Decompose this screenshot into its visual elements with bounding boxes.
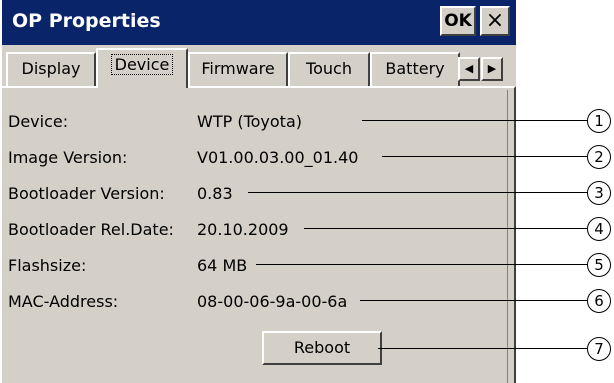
callout-line-7: [378, 348, 587, 349]
tab-display[interactable]: Display: [6, 52, 96, 86]
callout-marker-1: 1: [587, 109, 611, 133]
image-version-value: V01.00.03.00_01.40: [197, 148, 359, 167]
callout-marker-3: 3: [587, 181, 611, 205]
image-version-label: Image Version:: [8, 148, 128, 167]
callout-marker-5: 5: [587, 253, 611, 277]
device-value: WTP (Toyota): [197, 112, 302, 131]
tab-scroll-right-icon[interactable]: ▶: [481, 57, 503, 81]
device-label: Device:: [8, 112, 69, 131]
tab-device[interactable]: Device: [96, 48, 188, 88]
ok-button[interactable]: OK: [440, 6, 476, 36]
callout-line-5: [256, 264, 587, 265]
callout-line-1: [362, 120, 587, 121]
tab-scroll-left-icon[interactable]: ◀: [458, 57, 480, 81]
flashsize-value: 64 MB: [197, 256, 248, 275]
callout-marker-7: 7: [587, 337, 611, 361]
callout-line-3: [248, 192, 587, 193]
tab-scroll-arrows: ◀ ▶: [458, 57, 504, 81]
callout-line-6: [360, 300, 587, 301]
bootloader-version-value: 0.83: [197, 184, 233, 203]
callout-marker-4: 4: [587, 217, 611, 241]
callout-marker-6: 6: [587, 289, 611, 313]
bootloader-rel-date-value: 20.10.2009: [197, 220, 289, 239]
close-button[interactable]: ×: [480, 6, 510, 36]
flashsize-label: Flashsize:: [8, 256, 87, 275]
mac-address-label: MAC-Address:: [8, 292, 119, 311]
window-title: OP Properties: [12, 10, 161, 32]
bootloader-rel-date-label: Bootloader Rel.Date:: [8, 220, 174, 239]
tab-battery[interactable]: Battery: [370, 52, 460, 86]
scrollbar-edge: [507, 90, 514, 383]
bootloader-version-label: Bootloader Version:: [8, 184, 165, 203]
title-bar: OP Properties OK ×: [2, 0, 516, 45]
reboot-button[interactable]: Reboot: [262, 331, 382, 365]
mac-address-value: 08-00-06-9a-00-6a: [197, 292, 348, 311]
callout-line-4: [304, 228, 587, 229]
callout-marker-2: 2: [587, 145, 611, 169]
tab-firmware[interactable]: Firmware: [188, 52, 288, 86]
tab-touch[interactable]: Touch: [288, 52, 370, 86]
callout-line-2: [382, 156, 587, 157]
